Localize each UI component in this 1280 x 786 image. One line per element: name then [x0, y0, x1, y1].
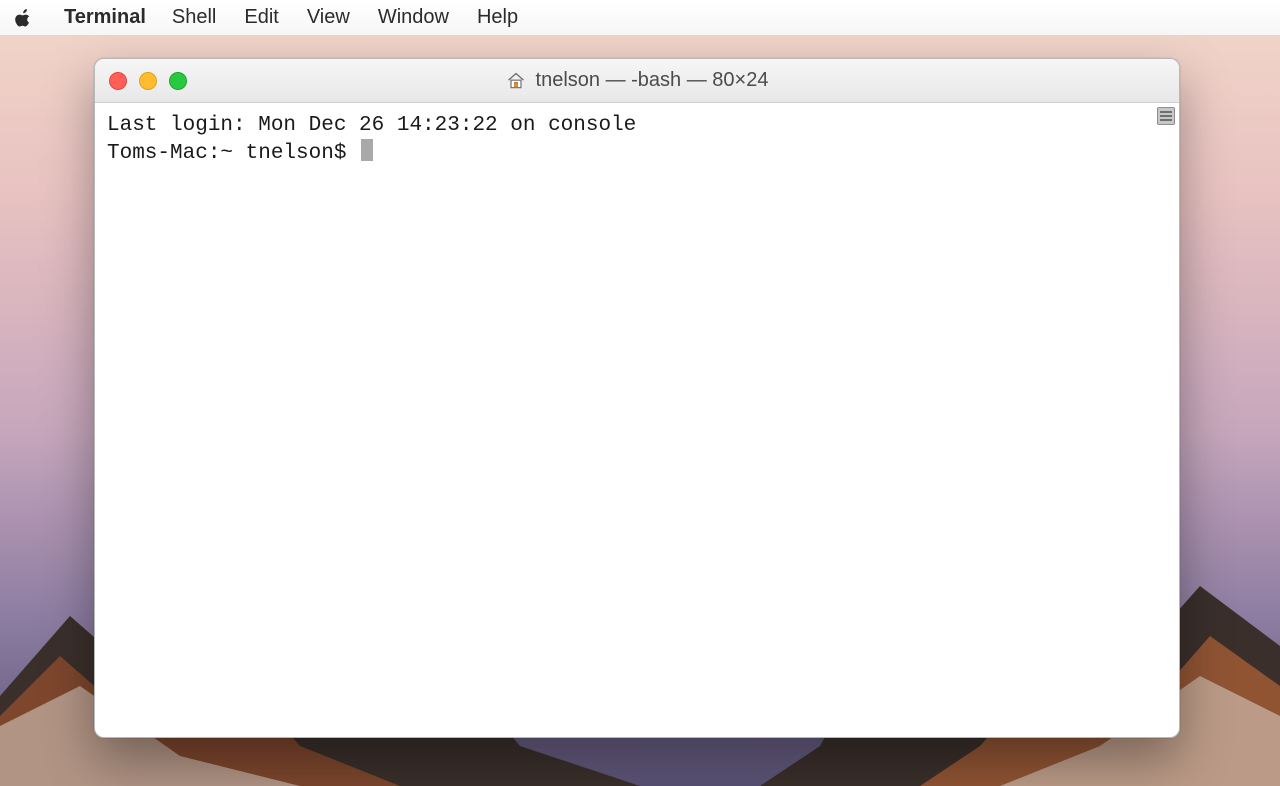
terminal-window: tnelson — -bash — 80×24 Last login: Mon … — [94, 58, 1180, 738]
home-folder-icon — [506, 71, 526, 91]
terminal-content[interactable]: Last login: Mon Dec 26 14:23:22 on conso… — [95, 103, 1179, 737]
window-title-text: tnelson — -bash — 80×24 — [536, 69, 769, 92]
terminal-prompt: Toms-Mac:~ tnelson$ — [107, 142, 359, 165]
menu-view[interactable]: View — [293, 6, 364, 29]
apple-menu-icon[interactable] — [14, 7, 34, 29]
window-titlebar[interactable]: tnelson — -bash — 80×24 — [95, 59, 1179, 103]
terminal-last-login: Last login: Mon Dec 26 14:23:22 on conso… — [107, 114, 636, 137]
menubar-app-name[interactable]: Terminal — [52, 6, 158, 29]
close-button[interactable] — [109, 72, 127, 90]
menu-shell[interactable]: Shell — [158, 6, 230, 29]
scrollbar-thumb[interactable] — [1157, 107, 1175, 125]
minimize-button[interactable] — [139, 72, 157, 90]
terminal-cursor — [361, 139, 373, 161]
menu-edit[interactable]: Edit — [230, 6, 292, 29]
menu-window[interactable]: Window — [364, 6, 463, 29]
zoom-button[interactable] — [169, 72, 187, 90]
window-title: tnelson — -bash — 80×24 — [506, 69, 769, 92]
menubar: Terminal Shell Edit View Window Help — [0, 0, 1280, 36]
traffic-lights — [109, 72, 187, 90]
menu-help[interactable]: Help — [463, 6, 532, 29]
